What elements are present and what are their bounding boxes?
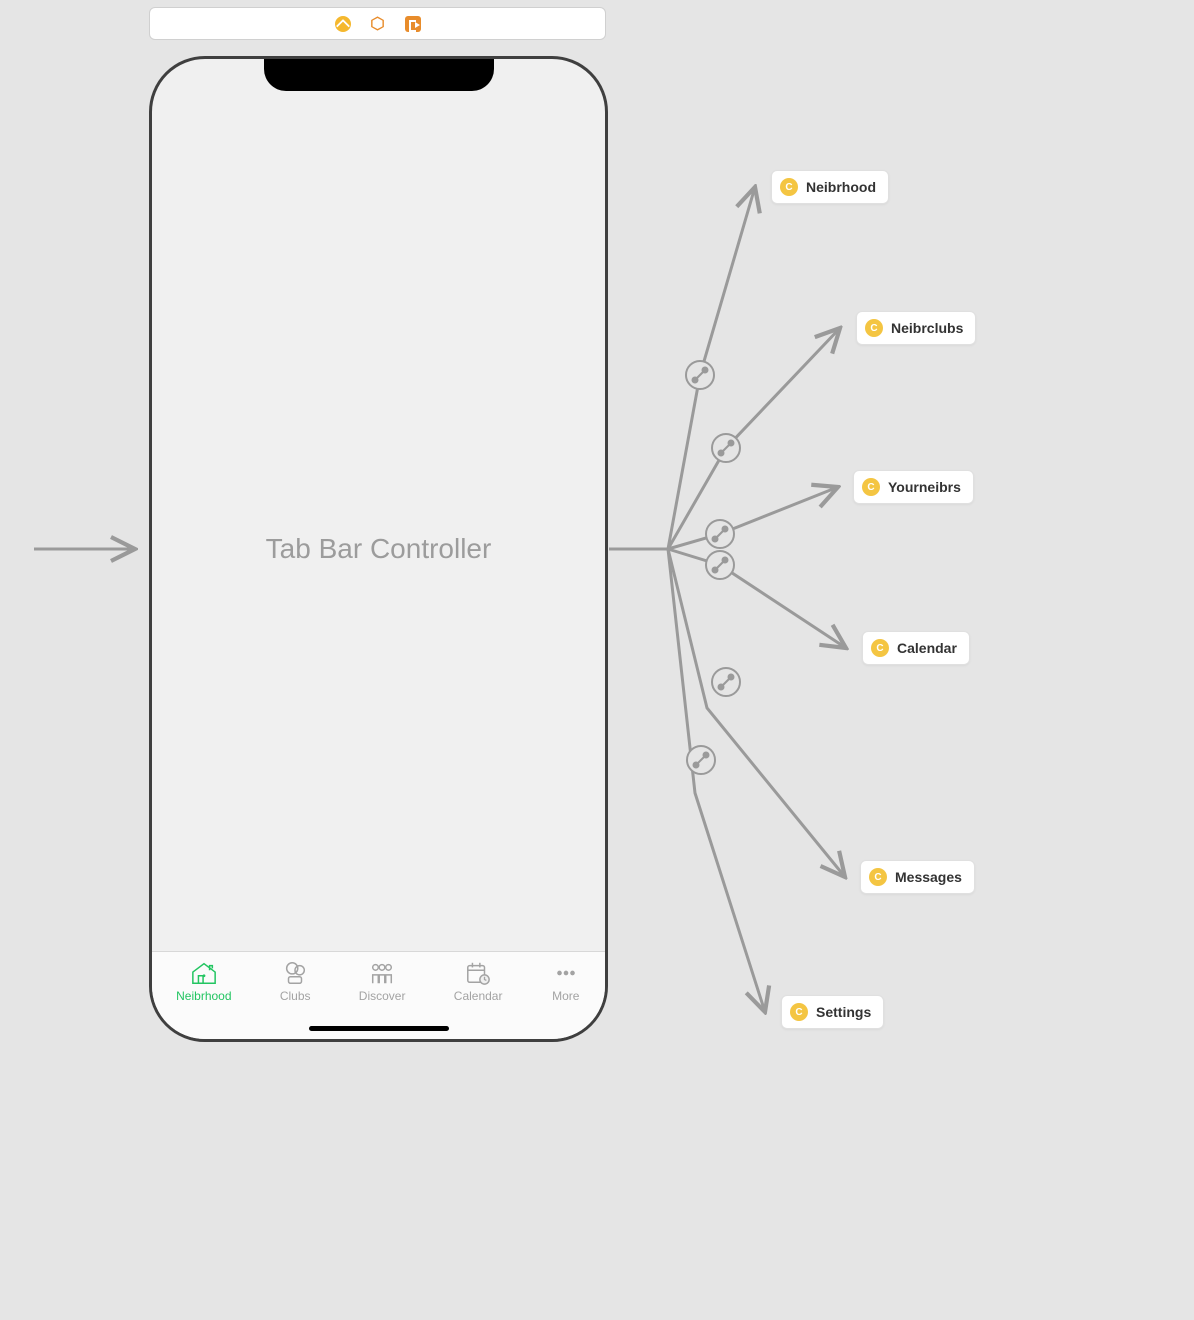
- tab-label: Neibrhood: [176, 989, 231, 1003]
- tab-label: Discover: [359, 989, 406, 1003]
- tab-clubs[interactable]: Clubs: [280, 960, 311, 1003]
- reference-label: Yourneibrs: [888, 479, 961, 495]
- scene-title: Tab Bar Controller: [266, 533, 492, 565]
- first-responder-icon[interactable]: [335, 16, 351, 32]
- reference-label: Messages: [895, 869, 962, 885]
- reference-settings[interactable]: Settings: [781, 995, 884, 1029]
- device-notch: [264, 59, 494, 91]
- controller-icon: [869, 868, 887, 886]
- calendar-icon: [463, 960, 493, 986]
- tab-label: More: [552, 989, 579, 1003]
- reference-calendar[interactable]: Calendar: [862, 631, 970, 665]
- reference-yourneibrs[interactable]: Yourneibrs: [853, 470, 974, 504]
- reference-neibrclubs[interactable]: Neibrclubs: [856, 311, 976, 345]
- house-icon: [189, 960, 219, 986]
- tab-discover[interactable]: Discover: [359, 960, 406, 1003]
- tab-calendar[interactable]: Calendar: [454, 960, 503, 1003]
- controller-icon: [862, 478, 880, 496]
- tab-neibrhood[interactable]: Neibrhood: [176, 960, 231, 1003]
- reference-label: Calendar: [897, 640, 957, 656]
- reference-messages[interactable]: Messages: [860, 860, 975, 894]
- reference-neibrhood[interactable]: Neibrhood: [771, 170, 889, 204]
- more-icon: [551, 960, 581, 986]
- reference-label: Neibrclubs: [891, 320, 963, 336]
- reference-label: Neibrhood: [806, 179, 876, 195]
- home-indicator: [309, 1026, 449, 1031]
- discover-icon: [367, 960, 397, 986]
- controller-icon: [871, 639, 889, 657]
- tab-more[interactable]: More: [551, 960, 581, 1003]
- reference-label: Settings: [816, 1004, 871, 1020]
- clubs-icon: [280, 960, 310, 986]
- view-controller-icon[interactable]: [369, 15, 387, 33]
- tab-bar-controller-scene[interactable]: Tab Bar Controller Neibrhood Clubs Disco…: [149, 56, 608, 1042]
- tab-label: Clubs: [280, 989, 311, 1003]
- scene-toolbar[interactable]: [149, 7, 606, 40]
- controller-icon: [780, 178, 798, 196]
- tab-label: Calendar: [454, 989, 503, 1003]
- exit-icon[interactable]: [405, 16, 421, 32]
- controller-icon: [790, 1003, 808, 1021]
- controller-icon: [865, 319, 883, 337]
